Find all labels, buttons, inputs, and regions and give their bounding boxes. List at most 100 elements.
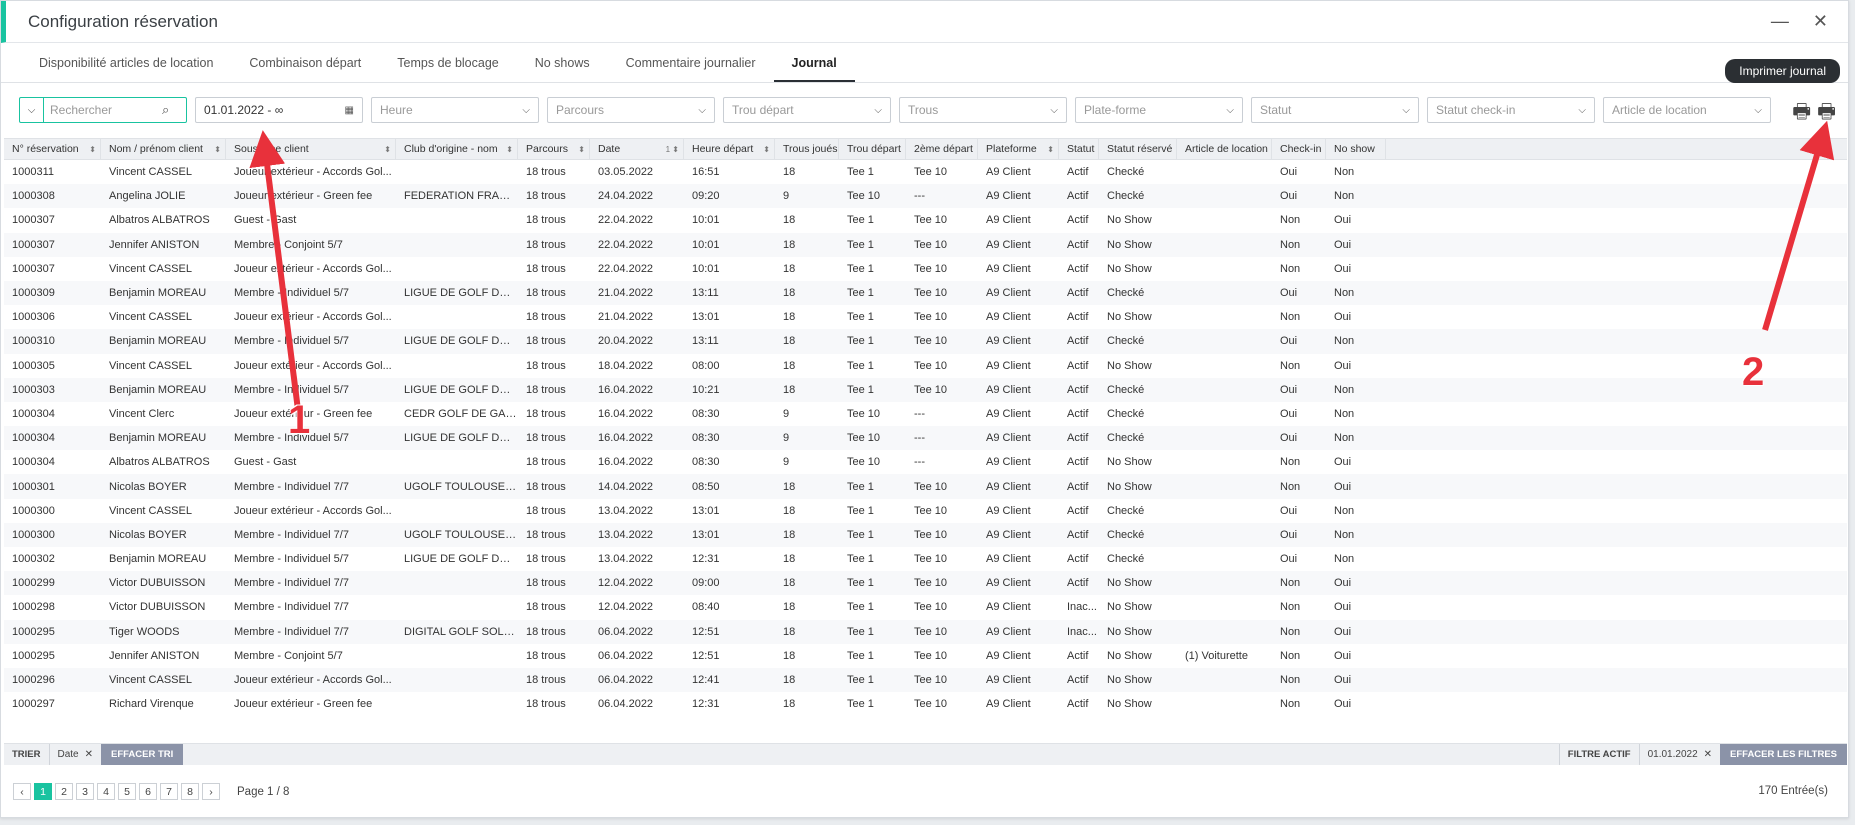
table-row[interactable]: 1000308 Angelina JOLIE Joueur extérieur - … xyxy=(4,184,1847,209)
trou-depart-select[interactable]: Trou départ ⌵ xyxy=(723,97,891,123)
table-row[interactable]: 1000307 Albatros ALBATROS Guest - Gast 18 t… xyxy=(4,208,1847,232)
table-row[interactable]: 1000304 Albatros ALBATROS Guest - Gast 18 t… xyxy=(4,450,1847,474)
column-header-label: Sous-type client xyxy=(234,143,309,155)
prev-page-button[interactable]: ‹ xyxy=(13,783,31,800)
table-cell: Tee 10 xyxy=(914,287,948,300)
table-cell: Albatros ALBATROS xyxy=(109,456,210,469)
column-header[interactable]: Date 1 ⬍ xyxy=(590,139,684,159)
table-row[interactable]: 1000296 Vincent CASSEL Joueur extérieur - … xyxy=(4,667,1847,693)
column-header[interactable]: Trous joués xyxy=(775,139,839,159)
table-row[interactable]: 1000295 Tiger WOODS Membre - Individuel 7/… xyxy=(4,619,1847,644)
clear-filters-button[interactable]: EFFACER LES FILTRES xyxy=(1720,744,1847,765)
tab-disponibilite[interactable]: Disponibilité articles de location xyxy=(21,56,231,82)
table-row[interactable]: 1000306 Vincent CASSEL Joueur extérieur - … xyxy=(4,305,1847,329)
next-page-button[interactable]: › xyxy=(202,783,220,800)
table-cell: Vincent CASSEL xyxy=(109,359,192,372)
column-header[interactable]: Check-in xyxy=(1272,139,1326,159)
page-button[interactable]: 4 xyxy=(97,783,115,800)
sort-icon[interactable]: ⬍ xyxy=(1047,145,1054,154)
table-cell: LIGUE DE GOLF DU ... xyxy=(404,335,518,348)
table-cell: Oui xyxy=(1280,335,1298,348)
table-row[interactable]: 1000307 Jennifer ANISTON Membre - Conjoint… xyxy=(4,232,1847,257)
table-row[interactable]: 1000309 Benjamin MOREAU Membre - Individue… xyxy=(4,280,1847,306)
plateforme-select[interactable]: Plate-forme ⌵ xyxy=(1075,97,1243,123)
column-header[interactable]: Article de location xyxy=(1177,139,1272,159)
table-cell: 12:31 xyxy=(692,698,720,711)
table-row[interactable]: 1000302 Benjamin MOREAU Membre - Individue… xyxy=(4,547,1847,571)
column-header[interactable]: N° réservation ⬍ xyxy=(4,139,101,159)
table-cell: 18 xyxy=(783,359,796,372)
close-icon[interactable]: ✕ xyxy=(1813,12,1828,30)
sort-icon[interactable]: ⬍ xyxy=(763,145,770,154)
table-cell: 1000296 xyxy=(12,674,55,687)
table-cell: Tee 10 xyxy=(914,262,948,275)
column-header[interactable]: Plateforme ⬍ xyxy=(978,139,1059,159)
sort-icon[interactable]: ⬍ xyxy=(506,145,513,154)
sort-icon[interactable]: ⬍ xyxy=(89,145,96,154)
remove-filter-icon[interactable]: ✕ xyxy=(1704,749,1712,760)
table-row[interactable]: 1000297 Richard Virenque Joueur extérieur … xyxy=(4,692,1847,716)
article-location-select[interactable]: Article de location ⌵ xyxy=(1603,97,1771,123)
table-row[interactable]: 1000303 Benjamin MOREAU Membre - Individue… xyxy=(4,377,1847,402)
chevron-down-icon[interactable]: ⌵ xyxy=(20,98,44,122)
table-row[interactable]: 1000301 Nicolas BOYER Membre - Individuel … xyxy=(4,474,1847,499)
tab-no-shows[interactable]: No shows xyxy=(517,56,608,82)
remove-sort-icon[interactable]: ✕ xyxy=(85,749,93,760)
page-button[interactable]: 7 xyxy=(160,783,178,800)
sort-icon[interactable]: ⬍ xyxy=(578,145,585,154)
column-header[interactable]: Sous-type client ⬍ xyxy=(226,139,396,159)
column-header[interactable]: Parcours ⬍ xyxy=(518,139,590,159)
column-header-label: Check-in xyxy=(1280,143,1322,155)
tab-temps-blocage[interactable]: Temps de blocage xyxy=(379,56,516,82)
search-icon[interactable]: ⌕ xyxy=(162,102,182,118)
page-button[interactable]: 2 xyxy=(55,783,73,800)
minimize-icon[interactable]: — xyxy=(1771,12,1789,30)
page-button[interactable]: 1 xyxy=(34,783,52,800)
column-header[interactable]: Trou départ xyxy=(839,139,906,159)
column-header[interactable]: Nom / prénom client ⬍ xyxy=(101,139,226,159)
trous-select[interactable]: Trous ⌵ xyxy=(899,97,1067,123)
table-cell: Non xyxy=(1280,674,1301,687)
table-row[interactable]: 1000311 Vincent CASSEL Joueur extérieur - … xyxy=(4,160,1847,184)
table-row[interactable]: 1000298 Victor DUBUISSON Membre - Individu… xyxy=(4,595,1847,619)
table-cell: 1000310 xyxy=(12,335,55,348)
statut-checkin-select[interactable]: Statut check-in ⌵ xyxy=(1427,97,1595,123)
column-header[interactable]: Heure départ ⬍ xyxy=(684,139,775,159)
tab-commentaire[interactable]: Commentaire journalier xyxy=(608,56,774,82)
page-button[interactable]: 5 xyxy=(118,783,136,800)
print-schedule-icon[interactable]: 🖶 xyxy=(1792,97,1811,131)
column-header[interactable]: Statut xyxy=(1059,139,1099,159)
table-row[interactable]: 1000304 Vincent Clerc Joueur extérieur - G… xyxy=(4,402,1847,426)
column-header[interactable]: No show xyxy=(1326,139,1386,159)
column-header[interactable]: 2ème départ xyxy=(906,139,978,159)
chevron-down-icon: ⌵ xyxy=(1050,104,1058,116)
sort-icon[interactable]: ⬍ xyxy=(214,145,221,154)
table-cell: CEDR GOLF DE GAR... xyxy=(404,407,518,420)
page-button[interactable]: 3 xyxy=(76,783,94,800)
column-header[interactable]: Club d'origine - nom ⬍ xyxy=(396,139,518,159)
print-journal-icon[interactable]: 🖶 xyxy=(1817,97,1836,131)
table-row[interactable]: 1000300 Nicolas BOYER Membre - Individuel … xyxy=(4,522,1847,547)
date-range-field[interactable]: 01.01.2022 - ∞ ▦ xyxy=(195,97,363,123)
tab-combinaison[interactable]: Combinaison départ xyxy=(231,56,379,82)
page-button[interactable]: 8 xyxy=(181,783,199,800)
table-row[interactable]: 1000305 Vincent CASSEL Joueur extérieur - … xyxy=(4,354,1847,378)
table-row[interactable]: 1000295 Jennifer ANISTON Membre - Conjoint… xyxy=(4,644,1847,668)
page-button[interactable]: 6 xyxy=(139,783,157,800)
table-cell: 06.04.2022 xyxy=(598,674,654,687)
calendar-icon[interactable]: ▦ xyxy=(345,105,354,116)
table-row[interactable]: 1000310 Benjamin MOREAU Membre - Individue… xyxy=(4,329,1847,354)
tab-journal[interactable]: Journal xyxy=(773,56,855,82)
clear-sort-button[interactable]: EFFACER TRI xyxy=(101,744,184,765)
column-header[interactable]: Statut réservé xyxy=(1099,139,1177,159)
table-row[interactable]: 1000307 Vincent CASSEL Joueur extérieur - … xyxy=(4,257,1847,281)
table-row[interactable]: 1000299 Victor DUBUISSON Membre - Individu… xyxy=(4,571,1847,596)
table-row[interactable]: 1000300 Vincent CASSEL Joueur extérieur - … xyxy=(4,499,1847,523)
table-row[interactable]: 1000304 Benjamin MOREAU Membre - Individue… xyxy=(4,426,1847,451)
statut-select[interactable]: Statut ⌵ xyxy=(1251,97,1419,123)
sort-icon[interactable]: 1 ⬍ xyxy=(666,145,679,154)
heure-select[interactable]: Heure ⌵ xyxy=(371,97,539,123)
parcours-select[interactable]: Parcours ⌵ xyxy=(547,97,715,123)
sort-icon[interactable]: ⬍ xyxy=(384,145,391,154)
search-input[interactable] xyxy=(44,103,162,117)
